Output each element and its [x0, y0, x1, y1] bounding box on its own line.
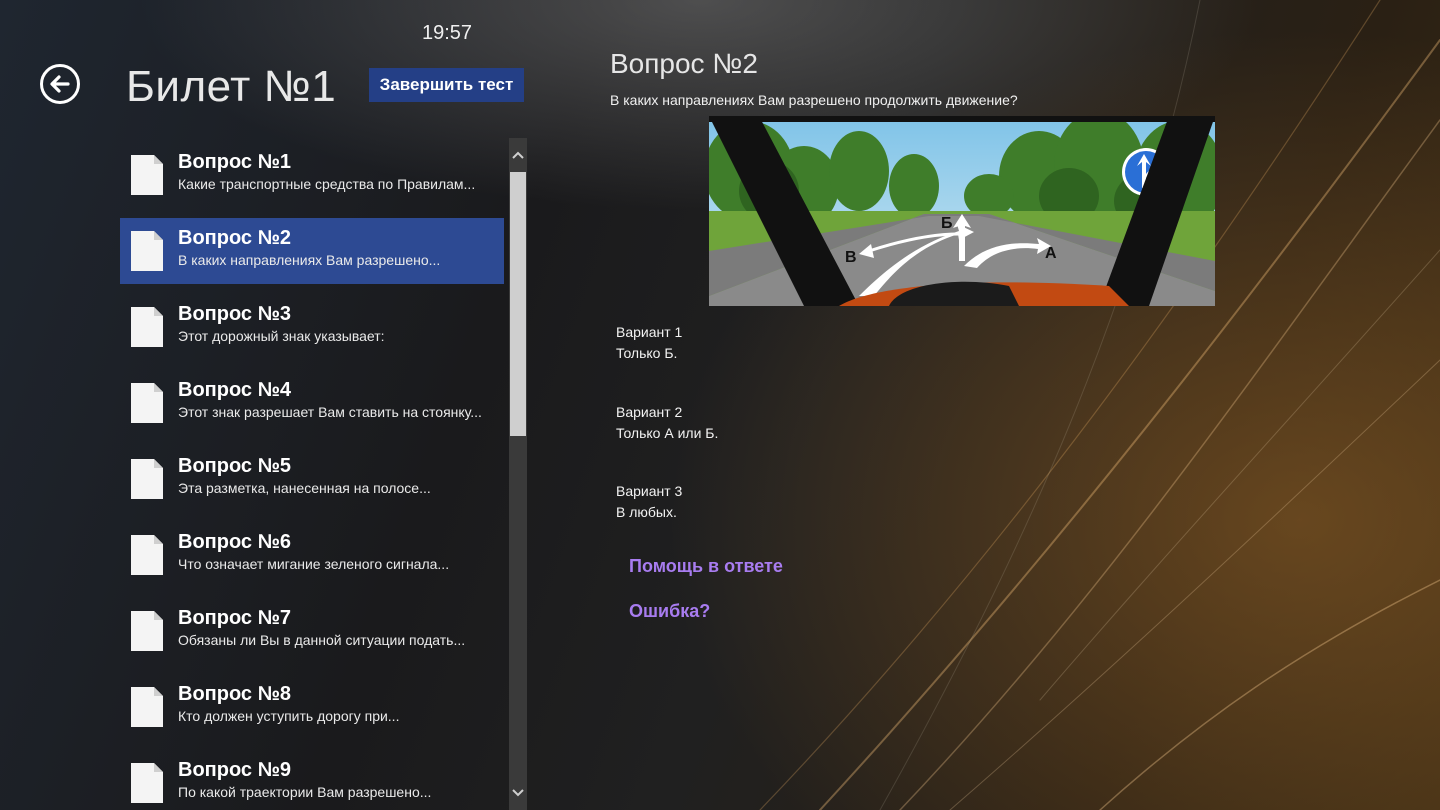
question-preview: Обязаны ли Вы в данной ситуации подать..… [178, 632, 466, 648]
question-image: Б В А [709, 116, 1215, 306]
question-title: Вопрос №6 [178, 531, 292, 553]
question-preview: В каких направлениях Вам разрешено... [178, 252, 441, 268]
variant-2[interactable]: Вариант 2 Только А или Б. [616, 402, 718, 444]
document-icon [131, 155, 163, 195]
scroll-down-button[interactable] [509, 776, 527, 810]
question-item-3[interactable]: Вопрос №3 Этот дорожный знак указывает: [120, 294, 504, 360]
list-scrollbar[interactable] [509, 138, 527, 810]
label-a: А [1045, 245, 1057, 262]
variant-label: Вариант 1 [616, 324, 683, 340]
question-title: Вопрос №4 [178, 379, 292, 401]
question-title: Вопрос №3 [178, 303, 292, 325]
question-title: Вопрос №2 [178, 227, 292, 249]
clock: 19:57 [422, 22, 473, 44]
document-icon [131, 383, 163, 423]
question-item-2[interactable]: Вопрос №2 В каких направлениях Вам разреш… [120, 218, 504, 284]
variant-3[interactable]: Вариант 3 В любых. [616, 481, 682, 523]
question-item-1[interactable]: Вопрос №1 Какие транспортные средства по … [120, 142, 504, 208]
question-item-5[interactable]: Вопрос №5 Эта разметка, нанесенная на пол… [120, 446, 504, 512]
question-preview: Что означает мигание зеленого сигнала... [178, 556, 450, 572]
question-title: Вопрос №9 [178, 759, 292, 781]
chevron-up-icon [512, 151, 524, 159]
variant-label: Вариант 3 [616, 483, 683, 499]
document-icon [131, 611, 163, 651]
question-title: Вопрос №5 [178, 455, 292, 477]
error-link[interactable]: Ошибка? [629, 601, 710, 622]
question-item-7[interactable]: Вопрос №7 Обязаны ли Вы в данной ситуации… [120, 598, 504, 664]
variant-text: Только А или Б. [616, 425, 719, 441]
question-title: Вопрос №7 [178, 607, 292, 629]
variant-label: Вариант 2 [616, 404, 683, 420]
document-icon [131, 231, 163, 271]
label-v: В [845, 249, 857, 266]
back-button[interactable] [40, 64, 80, 104]
finish-test-button[interactable]: Завершить тест [369, 68, 524, 102]
label-b: Б [941, 215, 953, 232]
question-item-9[interactable]: Вопрос №9 По какой траектории Вам разреше… [120, 750, 504, 810]
document-icon [131, 307, 163, 347]
arrow-left-icon [50, 75, 70, 93]
variant-1[interactable]: Вариант 1 Только Б. [616, 322, 682, 364]
help-link[interactable]: Помощь в ответе [629, 556, 783, 577]
question-preview: Эта разметка, нанесенная на полосе... [178, 480, 431, 496]
question-preview: Кто должен уступить дорогу при... [178, 708, 400, 724]
chevron-down-icon [512, 789, 524, 797]
variant-text: В любых. [616, 504, 677, 520]
question-preview: Этот знак разрешает Вам ставить на стоян… [178, 404, 482, 420]
scroll-thumb[interactable] [510, 172, 526, 436]
question-text: В каких направлениях Вам разрешено продо… [610, 92, 1018, 108]
question-preview: Этот дорожный знак указывает: [178, 328, 385, 344]
scroll-up-button[interactable] [509, 138, 527, 172]
question-item-8[interactable]: Вопрос №8 Кто должен уступить дорогу при.… [120, 674, 504, 740]
question-item-4[interactable]: Вопрос №4 Этот знак разрешает Вам ставить… [120, 370, 504, 436]
variant-text: Только Б. [616, 345, 678, 361]
document-icon [131, 459, 163, 499]
question-title: Вопрос №8 [178, 683, 292, 705]
document-icon [131, 763, 163, 803]
page-title: Билет №1 [126, 62, 337, 111]
question-item-6[interactable]: Вопрос №6 Что означает мигание зеленого с… [120, 522, 504, 588]
document-icon [131, 687, 163, 727]
question-preview: По какой траектории Вам разрешено... [178, 784, 432, 800]
question-preview: Какие транспортные средства по Правилам.… [178, 176, 476, 192]
document-icon [131, 535, 163, 575]
question-list: Вопрос №1 Какие транспортные средства по … [120, 142, 504, 810]
question-heading: Вопрос №2 [610, 48, 758, 79]
question-title: Вопрос №1 [178, 151, 292, 173]
